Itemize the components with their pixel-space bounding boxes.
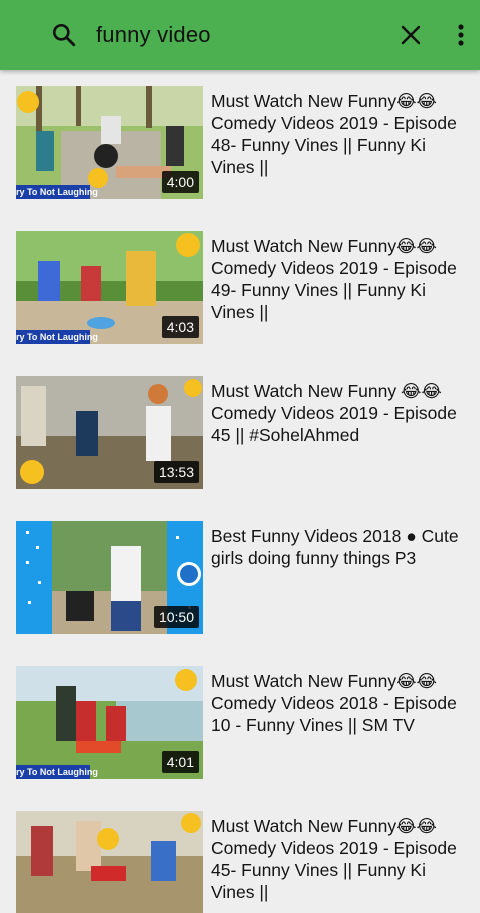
video-duration: 13:53	[153, 461, 199, 483]
video-thumbnail[interactable]: 13:53	[16, 376, 203, 489]
video-thumbnail[interactable]: ry To Not Laughing 4:01	[16, 666, 203, 779]
video-thumbnail[interactable]	[16, 811, 203, 913]
search-input[interactable]: funny video	[96, 20, 211, 50]
video-title[interactable]: Must Watch New Funny 😂😂 Comedy Videos 20…	[211, 380, 469, 446]
video-result-item[interactable]: ry To Not Laughing 4:03 Must Watch New F…	[0, 215, 480, 345]
video-title[interactable]: Best Funny Videos 2018 ● Cute girls doin…	[211, 525, 469, 569]
video-thumbnail[interactable]: ry To Not Laughing 4:00	[16, 86, 203, 199]
thumbnail-image	[16, 811, 203, 913]
search-button[interactable]	[42, 13, 86, 57]
search-icon	[52, 23, 76, 47]
clear-search-button[interactable]	[389, 13, 433, 57]
video-result-item[interactable]: 13:53 Must Watch New Funny 😂😂 Comedy Vid…	[0, 360, 480, 490]
video-duration: 4:00	[161, 171, 199, 193]
video-result-item[interactable]: ry To Not Laughing 4:01 Must Watch New F…	[0, 650, 480, 780]
video-title[interactable]: Must Watch New Funny😂😂Comedy Videos 2019…	[211, 90, 469, 178]
video-duration: 4:01	[161, 751, 199, 773]
thumbnail-caption: ry To Not Laughing	[16, 187, 98, 197]
more-vert-icon	[458, 24, 464, 46]
video-title[interactable]: Must Watch New Funny😂😂Comedy Videos 2019…	[211, 815, 469, 903]
video-duration: 4:03	[161, 316, 199, 338]
search-results-list: ry To Not Laughing 4:00 Must Watch New F…	[0, 70, 480, 913]
video-duration: 10:50	[153, 606, 199, 628]
video-result-item[interactable]: ry To Not Laughing 4:00 Must Watch New F…	[0, 70, 480, 200]
thumbnail-caption: ry To Not Laughing	[16, 767, 98, 777]
video-thumbnail[interactable]: ry To Not Laughing 4:03	[16, 231, 203, 344]
video-title[interactable]: Must Watch New Funny😂😂Comedy Videos 2018…	[211, 670, 469, 736]
video-result-item[interactable]: 10:50 Best Funny Videos 2018 ● Cute girl…	[0, 505, 480, 635]
video-thumbnail[interactable]: 10:50	[16, 521, 203, 634]
more-options-button[interactable]	[446, 13, 476, 57]
search-toolbar: funny video	[0, 0, 480, 70]
video-title[interactable]: Must Watch New Funny😂😂Comedy Videos 2019…	[211, 235, 469, 323]
thumbnail-caption: ry To Not Laughing	[16, 332, 98, 342]
close-icon	[401, 25, 421, 45]
video-result-item[interactable]: Must Watch New Funny😂😂Comedy Videos 2019…	[0, 795, 480, 913]
